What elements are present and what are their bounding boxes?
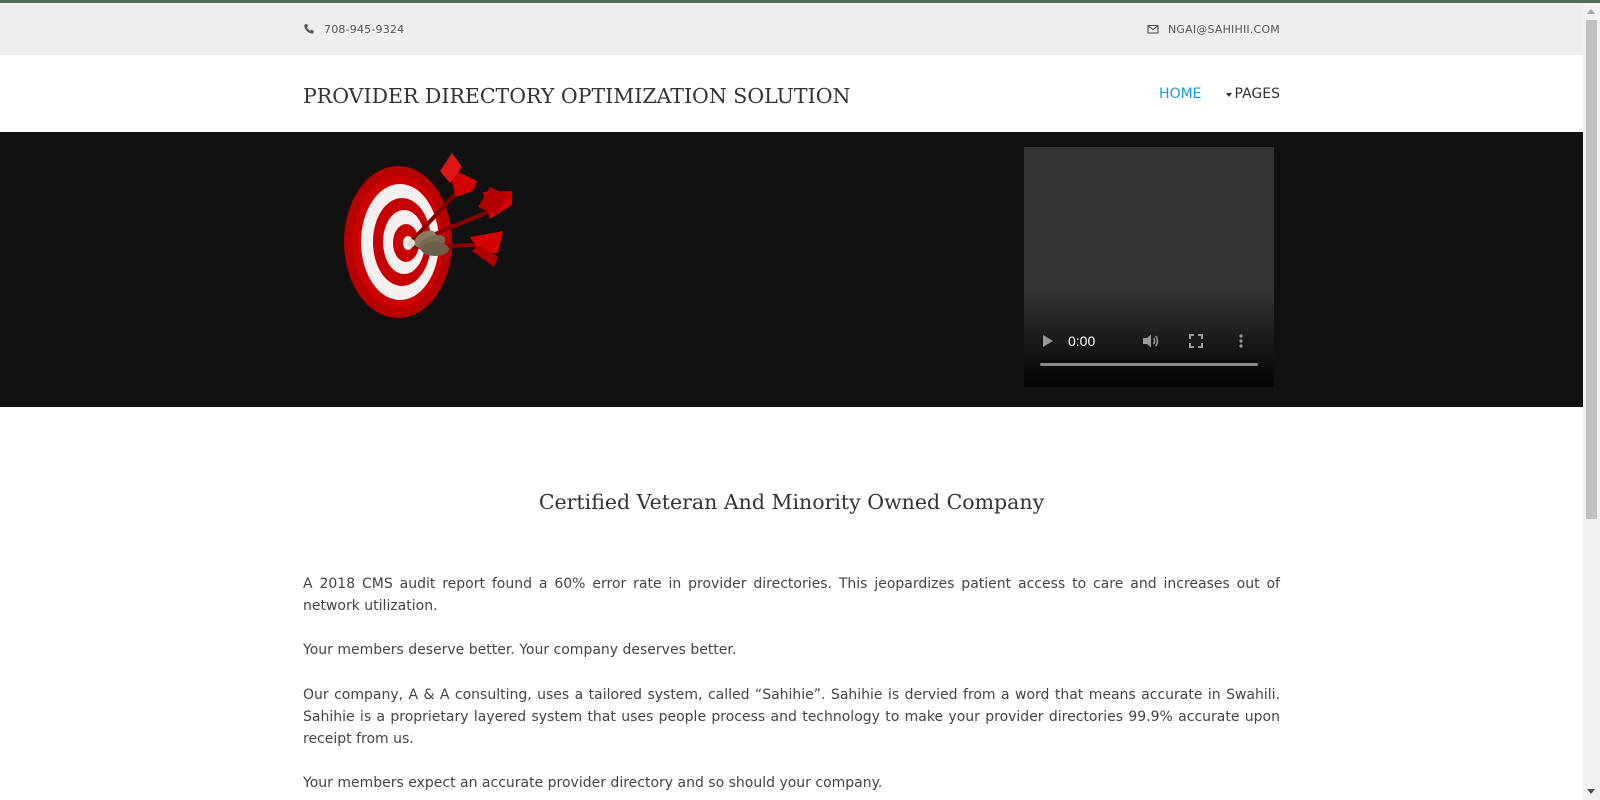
main-content: Certified Veteran And Minority Owned Com… bbox=[303, 410, 1280, 794]
video-progress-bar[interactable] bbox=[1040, 363, 1258, 366]
scroll-down-arrow-icon[interactable] bbox=[1587, 789, 1595, 794]
contact-bar: 708-945-9324 NGAI@SAHIHII.COM bbox=[0, 3, 1583, 55]
paragraph-expect: Your members expect an accurate provider… bbox=[303, 775, 883, 791]
email-contact[interactable]: NGAI@SAHIHII.COM bbox=[1147, 23, 1280, 36]
play-icon[interactable] bbox=[1042, 334, 1054, 348]
page: 708-945-9324 NGAI@SAHIHII.COM PROVIDER D… bbox=[0, 3, 1583, 800]
paragraph-members: Your members deserve better. Your compan… bbox=[303, 642, 737, 658]
site-title[interactable]: PROVIDER DIRECTORY OPTIMIZATION SOLUTION bbox=[303, 84, 850, 108]
volume-icon[interactable] bbox=[1141, 333, 1159, 349]
fullscreen-icon[interactable] bbox=[1189, 334, 1204, 348]
email-address: NGAI@SAHIHII.COM bbox=[1167, 22, 1280, 36]
paragraph-company: Our company, A & A consulting, uses a ta… bbox=[303, 687, 1280, 747]
phone-icon bbox=[304, 24, 314, 34]
dartboard-image bbox=[344, 153, 512, 318]
video-time: 0:00 bbox=[1068, 333, 1096, 349]
phone-contact[interactable]: 708-945-9324 bbox=[303, 23, 404, 36]
caret-down-icon bbox=[1225, 92, 1232, 97]
scroll-up-arrow-icon[interactable] bbox=[1587, 9, 1595, 14]
paragraph-audit: A 2018 CMS audit report found a 60% erro… bbox=[303, 576, 1280, 614]
nav-home-link[interactable]: HOME bbox=[1159, 86, 1201, 102]
hero-banner: 0:00 bbox=[0, 132, 1583, 407]
contact-bar-inner: 708-945-9324 NGAI@SAHIHII.COM bbox=[303, 3, 1280, 55]
main-nav: HOME PAGES bbox=[1159, 86, 1280, 102]
video-controls: 0:00 bbox=[1024, 329, 1274, 353]
envelope-icon bbox=[1147, 24, 1159, 34]
page-scrollbar[interactable] bbox=[1583, 3, 1600, 800]
nav-pages-dropdown[interactable]: PAGES bbox=[1225, 85, 1280, 102]
scrollbar-thumb[interactable] bbox=[1586, 20, 1597, 519]
phone-number: 708-945-9324 bbox=[324, 22, 405, 36]
nav-pages-label: PAGES bbox=[1234, 85, 1280, 102]
video-player[interactable]: 0:00 bbox=[1024, 147, 1274, 387]
more-options-icon[interactable] bbox=[1239, 334, 1243, 348]
site-header-inner: PROVIDER DIRECTORY OPTIMIZATION SOLUTION… bbox=[303, 55, 1280, 132]
site-header: PROVIDER DIRECTORY OPTIMIZATION SOLUTION… bbox=[0, 55, 1583, 132]
section-heading: Certified Veteran And Minority Owned Com… bbox=[538, 490, 1045, 514]
